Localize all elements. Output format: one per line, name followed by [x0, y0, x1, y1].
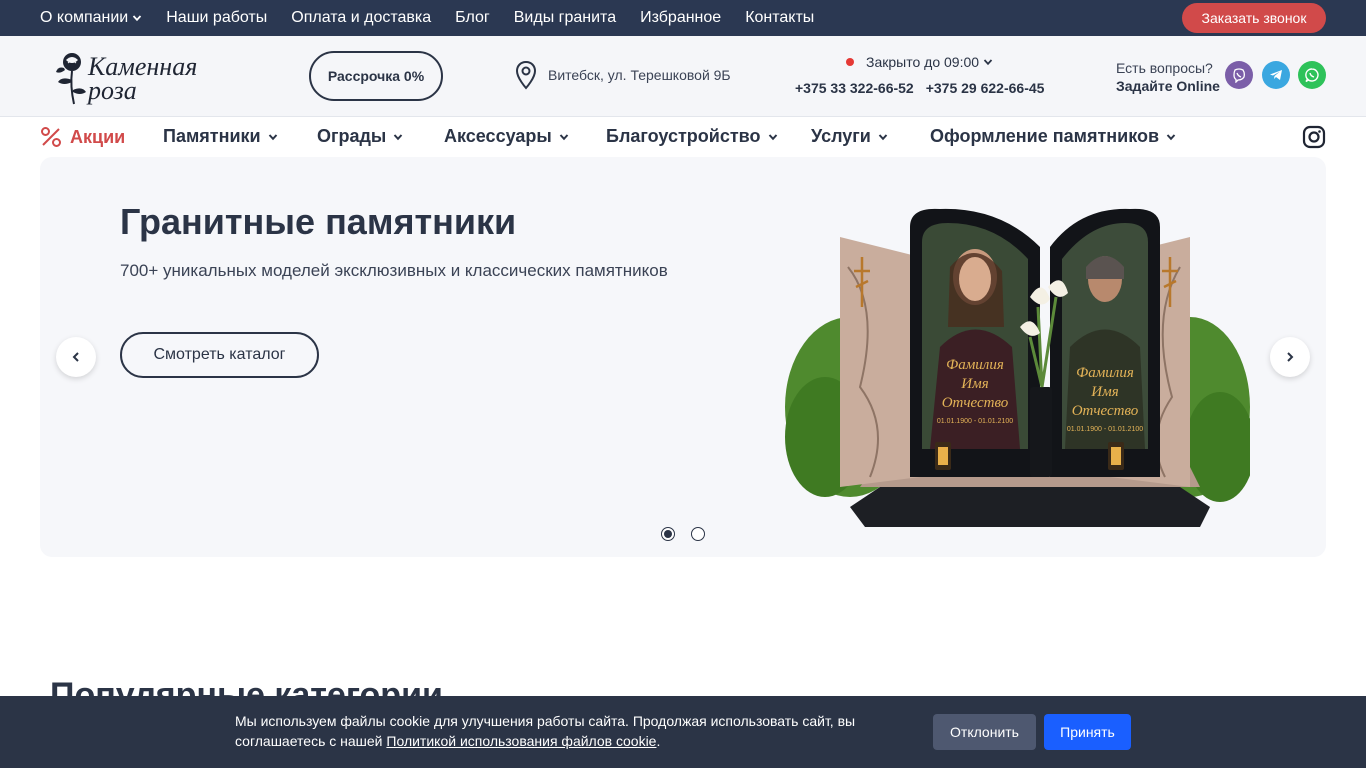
nav-item-label: Услуги [811, 126, 871, 146]
installment-button[interactable]: Рассрочка 0% [309, 51, 443, 101]
ask-line1: Есть вопросы? [1116, 60, 1213, 76]
topnav-item-about[interactable]: О компании [40, 9, 142, 27]
double-monument-image: Фамилия Имя Отчество 01.01.1900 - 01.01.… [785, 208, 1250, 527]
plaque-right-surname: Фамилия [1076, 365, 1134, 381]
topnav-item-label: Виды гранита [513, 9, 617, 26]
order-call-button[interactable]: Заказать звонок [1182, 3, 1326, 33]
whatsapp-button[interactable] [1298, 61, 1326, 89]
topnav-item-works[interactable]: Наши работы [166, 9, 267, 27]
chevron-left-icon [72, 352, 79, 362]
instagram-icon[interactable] [1302, 125, 1326, 149]
cookie-banner: Мы используем файлы cookie для улучшения… [0, 696, 1366, 768]
chevron-down-icon [394, 133, 403, 140]
slider-pagination [661, 527, 721, 541]
working-hours[interactable]: Закрыто до 09:00 [846, 54, 993, 70]
nav-item-fences[interactable]: Ограды [317, 126, 403, 147]
chevron-down-icon [878, 133, 888, 140]
plaque-right-name: Имя [1090, 384, 1118, 400]
chevron-down-icon [983, 59, 993, 66]
plaque-left-patronymic: Отчество [942, 395, 1009, 411]
hero-title: Гранитные памятники [120, 201, 517, 242]
plaque-left-surname: Фамилия [946, 357, 1004, 373]
cookie-policy-link[interactable]: Политикой использования файлов cookie [386, 733, 656, 749]
topnav-item-label: Наши работы [166, 9, 268, 26]
nav-item-label: Аксессуары [444, 126, 552, 146]
chevron-right-icon [1287, 352, 1294, 362]
phones: +375 33 322-66-52 +375 29 622-66-45 [795, 80, 1056, 96]
header: Каменная роза Рассрочка 0% Витебск, ул. … [0, 36, 1366, 117]
chevron-down-icon [768, 133, 777, 140]
rose-icon [56, 53, 86, 105]
plaque-right-patronymic: Отчество [1072, 403, 1139, 419]
nav-item-accessories[interactable]: Аксессуары [444, 126, 569, 147]
nav-item-sale[interactable]: Акции [40, 126, 125, 148]
top-bar: О компании Наши работы Оплата и доставка… [0, 0, 1366, 36]
topnav-item-contacts[interactable]: Контакты [745, 9, 814, 27]
chevron-down-icon [133, 15, 142, 22]
nav-item-label: Памятники [163, 126, 261, 146]
hero-slider: Гранитные памятники 700+ уникальных моде… [40, 157, 1326, 557]
cookie-decline-button[interactable]: Отклонить [933, 714, 1036, 750]
nav-item-label: Оформление памятников [930, 126, 1160, 146]
nav-item-label: Ограды [317, 126, 387, 146]
whatsapp-icon [1305, 68, 1319, 83]
top-nav: О компании Наши работы Оплата и доставка… [40, 0, 838, 36]
hours-text: Закрыто до 09:00 [866, 54, 980, 70]
logo[interactable]: Каменная роза [54, 48, 234, 108]
phone-2[interactable]: +375 29 622-66-45 [926, 80, 1045, 96]
address[interactable]: Витебск, ул. Терешковой 9Б [514, 60, 731, 90]
nav-item-label: Акции [70, 126, 126, 147]
topnav-item-label: Блог [455, 9, 490, 26]
plaque-left-dates: 01.01.1900 - 01.01.2100 [937, 418, 1013, 425]
topnav-item-payment[interactable]: Оплата и доставка [291, 9, 431, 27]
nav-item-design[interactable]: Оформление памятников [930, 126, 1176, 147]
slider-next-button[interactable] [1270, 337, 1310, 377]
view-catalog-button[interactable]: Смотреть каталог [120, 332, 319, 378]
percent-icon [41, 127, 61, 147]
plaque-right-dates: 01.01.1900 - 01.01.2100 [1067, 426, 1143, 433]
cookie-text-end: . [656, 733, 661, 749]
cookie-accept-button[interactable]: Принять [1044, 714, 1131, 750]
ask-line2[interactable]: Задайте Online [1116, 77, 1220, 95]
topnav-item-label: Избранное [640, 9, 722, 26]
nav-item-label: Благоустройство [606, 126, 761, 146]
viber-icon [1233, 68, 1245, 83]
slider-dot-2[interactable] [691, 527, 705, 541]
topnav-item-blog[interactable]: Блог [455, 9, 490, 27]
telegram-icon [1270, 70, 1282, 80]
slider-dot-1[interactable] [661, 527, 675, 541]
nav-item-monuments[interactable]: Памятники [163, 126, 278, 147]
nav-item-services[interactable]: Услуги [811, 126, 888, 147]
viber-button[interactable] [1225, 61, 1253, 89]
location-pin-icon [515, 60, 537, 90]
main-nav: Акции Памятники Ограды Аксессуары Благоу… [40, 117, 1330, 157]
topnav-item-label: О компании [40, 9, 129, 26]
address-text: Витебск, ул. Терешковой 9Б [548, 67, 731, 83]
logo-line2: роза [88, 76, 137, 105]
chevron-down-icon [1166, 133, 1176, 140]
ask-online: Есть вопросы? Задайте Online [1116, 59, 1220, 95]
nav-item-landscaping[interactable]: Благоустройство [606, 126, 778, 147]
closed-status-dot [846, 58, 854, 66]
slider-prev-button[interactable] [56, 337, 96, 377]
plaque-left-name: Имя [960, 376, 988, 392]
phone-1[interactable]: +375 33 322-66-52 [795, 80, 914, 96]
chevron-down-icon [559, 133, 568, 140]
hero-subtitle: 700+ уникальных моделей эксклюзивных и к… [120, 261, 668, 280]
cookie-text: Мы используем файлы cookie для улучшения… [235, 711, 885, 751]
topnav-item-favorites[interactable]: Избранное [640, 9, 721, 27]
chevron-down-icon [268, 133, 277, 140]
topnav-item-label: Контакты [745, 9, 815, 26]
telegram-button[interactable] [1262, 61, 1290, 89]
topnav-item-label: Оплата и доставка [291, 9, 432, 26]
topnav-item-granite[interactable]: Виды гранита [514, 9, 616, 27]
